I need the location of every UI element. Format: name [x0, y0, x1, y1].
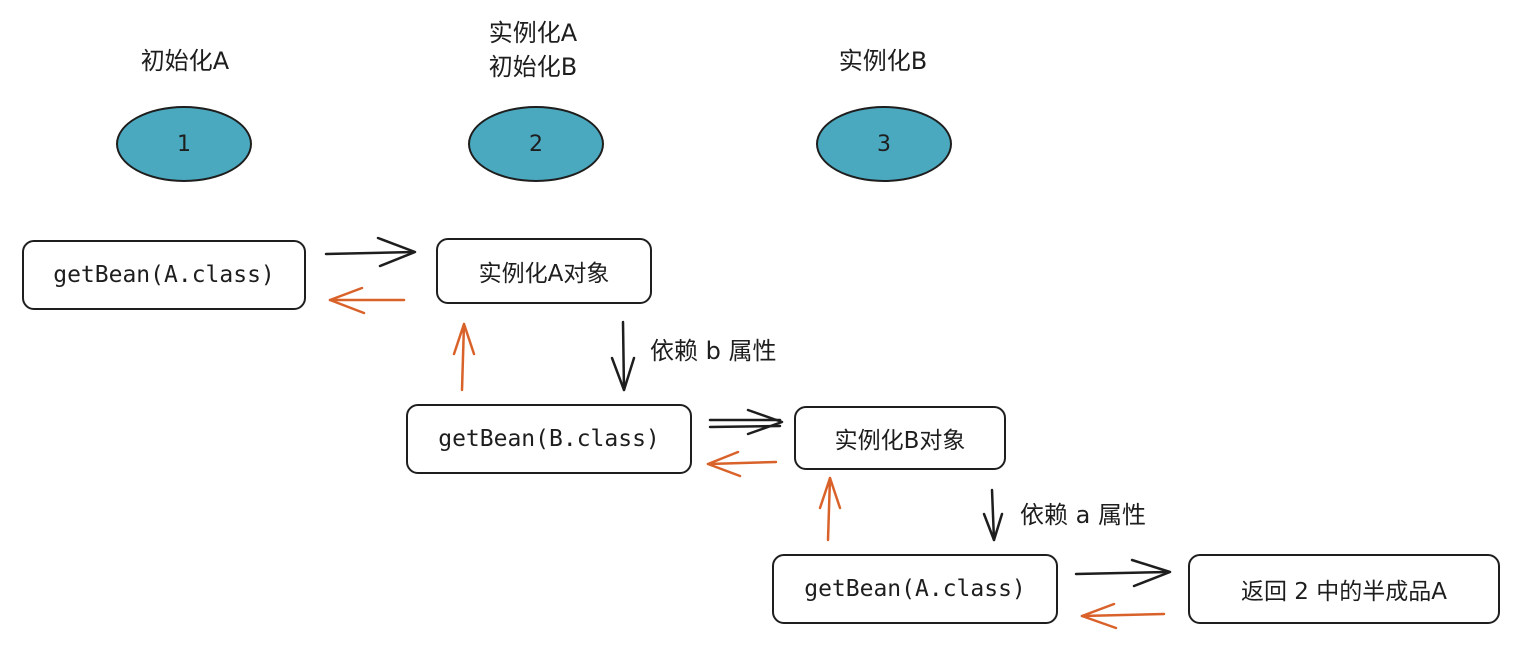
node-getbean-a-second-label: getBean(A.class): [804, 576, 1026, 602]
return-arrow-getbean-b-to-instantiate-a: [452, 322, 476, 392]
node-getbean-a-initial-label: getBean(A.class): [53, 262, 275, 288]
return-arrow-instantiate-b-to-getbean-b: [706, 450, 778, 478]
node-instantiate-b-label: 实例化B对象: [834, 428, 966, 454]
node-return-half-a-label: 返回 2 中的半成品A: [1241, 579, 1447, 605]
node-getbean-a-second: getBean(A.class): [772, 554, 1058, 624]
arrow-instantiate-a-to-getbean-b: [610, 320, 636, 392]
node-return-half-a: 返回 2 中的半成品A: [1188, 554, 1500, 624]
return-arrow-getbean-a-to-instantiate-b: [818, 476, 842, 542]
node-getbean-a-initial: getBean(A.class): [22, 240, 306, 310]
node-instantiate-a: 实例化A对象: [436, 238, 652, 304]
arrow-instantiate-b-to-getbean-a: [982, 488, 1004, 542]
arrow-getbean-a-to-instantiate-a: [324, 236, 417, 268]
arrow-getbean-b-to-instantiate-b: [708, 408, 784, 436]
node-instantiate-a-label: 实例化A对象: [478, 261, 610, 287]
edge-label-depends-b: 依赖 b 属性: [650, 334, 777, 368]
node-instantiate-b: 实例化B对象: [794, 406, 1006, 470]
circular-dependency-diagram: 初始化A 实例化A 初始化B 实例化B 1 2 3 getBean(A.clas…: [0, 0, 1526, 646]
return-arrow-return-half-a-to-getbean-a: [1080, 602, 1166, 630]
arrow-getbean-a-to-return-half-a: [1074, 558, 1172, 588]
return-arrow-instantiate-a-to-getbean-a: [328, 286, 406, 315]
node-getbean-b: getBean(B.class): [406, 404, 692, 474]
edge-label-depends-a-text: 依赖 a 属性: [1020, 501, 1146, 529]
arrows-layer: [324, 236, 1172, 630]
edge-label-depends-b-text: 依赖 b 属性: [650, 337, 777, 365]
node-getbean-b-label: getBean(B.class): [438, 426, 660, 452]
edge-label-depends-a: 依赖 a 属性: [1020, 498, 1146, 532]
